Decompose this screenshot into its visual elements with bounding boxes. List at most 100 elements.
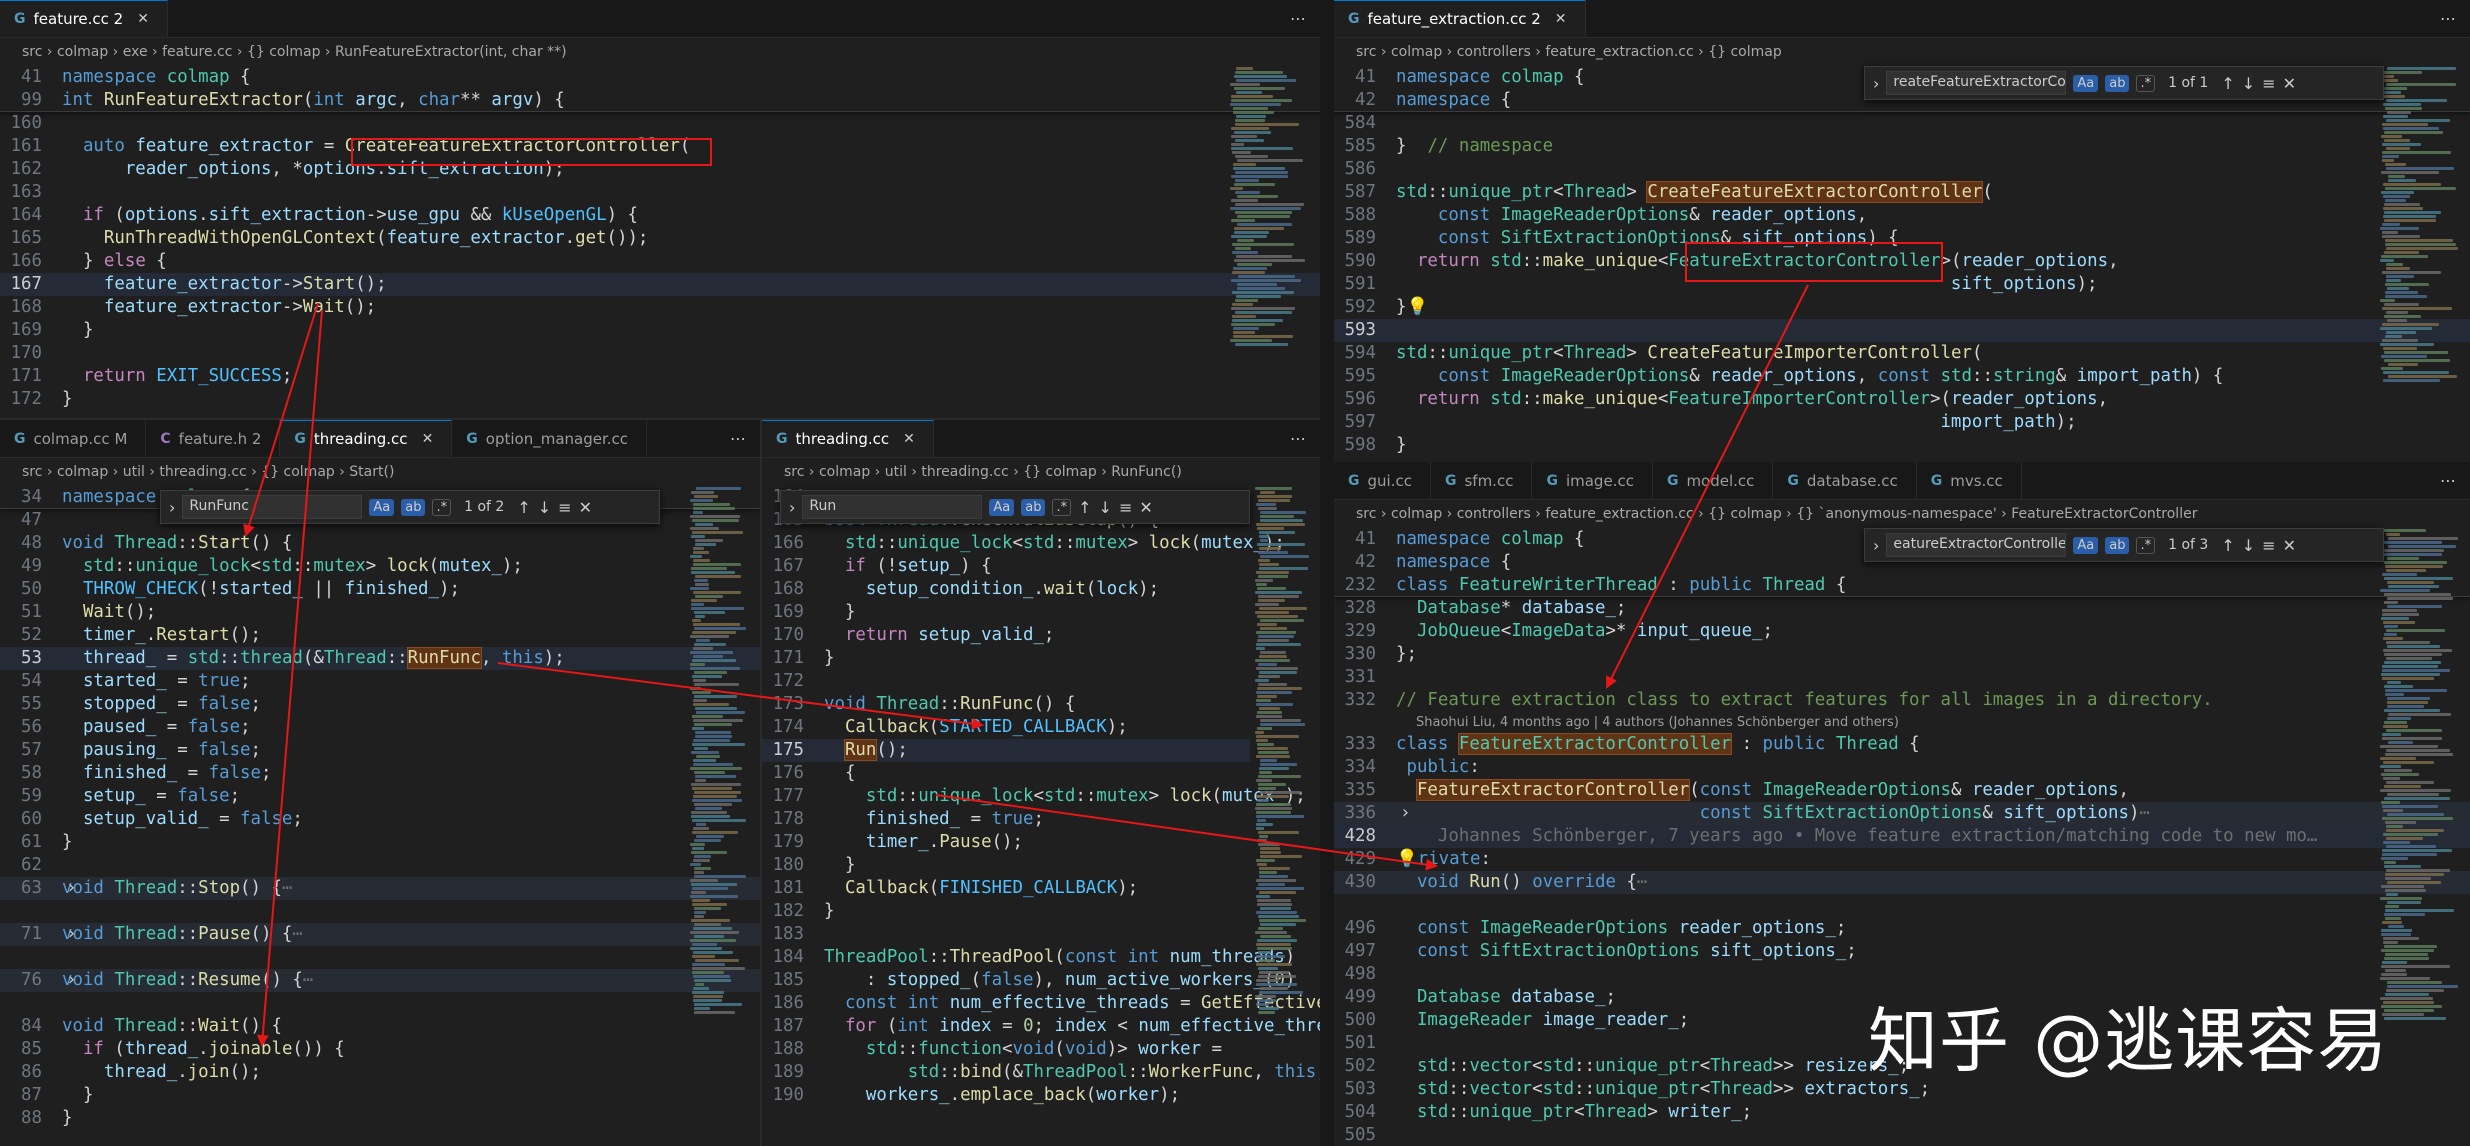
chevron-right-icon[interactable]: › — [66, 969, 76, 992]
find-in-selection-icon[interactable]: ≡ — [1119, 498, 1132, 517]
find-in-selection-icon[interactable]: ≡ — [2262, 536, 2275, 555]
pane-divider[interactable] — [0, 418, 1320, 420]
arrow-down-icon[interactable]: ↓ — [1099, 498, 1112, 517]
chevron-right-icon[interactable]: › — [1400, 802, 1410, 825]
match-case-icon[interactable]: Aa — [369, 498, 395, 516]
breadcrumb-item[interactable]: {} `anonymous-namespace' — [1796, 506, 1996, 522]
close-icon[interactable]: ✕ — [137, 11, 149, 27]
chevron-right-icon[interactable]: › — [1873, 74, 1879, 93]
arrow-down-icon[interactable]: ↓ — [538, 498, 551, 517]
breadcrumb-item[interactable]: colmap — [1391, 44, 1442, 60]
pane-divider[interactable] — [760, 420, 762, 1146]
breadcrumb-item[interactable]: colmap — [57, 464, 108, 480]
whole-word-icon[interactable]: ab — [1021, 498, 1046, 516]
arrow-down-icon[interactable]: ↓ — [2242, 536, 2255, 555]
breadcrumb-item[interactable]: feature_extraction.cc — [1545, 506, 1693, 522]
find-input[interactable]: reateFeatureExtractorCor — [1886, 71, 2067, 95]
regex-icon[interactable]: .* — [432, 498, 452, 516]
breadcrumb-item[interactable]: feature.cc — [162, 44, 232, 60]
editor-tab[interactable]: Gsfm.cc — [1430, 462, 1533, 499]
close-icon[interactable]: ✕ — [903, 431, 915, 447]
code-area[interactable]: 164165bool Thread::CheckValidSetup() {16… — [762, 486, 1320, 1146]
code-area[interactable]: 41 namespace colmap {99 int RunFeatureExtr… — [0, 66, 1320, 420]
close-icon[interactable]: ✕ — [1139, 498, 1152, 517]
editor-tab[interactable]: Gfeature.cc 2 ✕ — [0, 0, 168, 37]
breadcrumb-item[interactable]: exe — [123, 44, 148, 60]
find-widget[interactable]: › RunFunc Aa ab .* 1 of 2 ↑ ↓ ≡ ✕ — [160, 490, 660, 524]
breadcrumb-item[interactable]: RunFeatureExtractor(int, char **) — [335, 44, 567, 60]
breadcrumb-item[interactable]: controllers — [1457, 506, 1531, 522]
breadcrumb-item[interactable]: src — [22, 44, 42, 60]
find-widget[interactable]: › Run Aa ab .* ↑ ↓ ≡ ✕ — [780, 490, 1250, 524]
breadcrumb-item[interactable]: colmap — [1391, 506, 1442, 522]
match-case-icon[interactable]: Aa — [2073, 74, 2099, 92]
close-icon[interactable]: ✕ — [2283, 74, 2296, 93]
chevron-right-icon[interactable]: › — [1873, 536, 1879, 555]
editor-tab[interactable]: Gdatabase.cc — [1773, 462, 1917, 499]
breadcrumb-item[interactable]: src — [784, 464, 804, 480]
breadcrumb-item[interactable]: src — [22, 464, 42, 480]
breadcrumb-item[interactable]: feature_extraction.cc — [1545, 44, 1693, 60]
breadcrumb-item[interactable]: Start() — [349, 464, 394, 480]
arrow-up-icon[interactable]: ↑ — [2221, 536, 2234, 555]
editor-tab[interactable]: Cfeature.h 2 — [146, 420, 281, 457]
more-actions-icon[interactable]: ⋯ — [730, 429, 746, 448]
minimap[interactable] — [1230, 66, 1310, 420]
close-icon[interactable]: ✕ — [579, 498, 592, 517]
breadcrumb-item[interactable]: threading.cc — [159, 464, 246, 480]
breadcrumb-item[interactable]: {} colmap — [261, 464, 335, 480]
whole-word-icon[interactable]: ab — [2105, 536, 2130, 554]
more-actions-icon[interactable]: ⋯ — [2440, 471, 2456, 490]
find-input[interactable]: Run — [802, 495, 983, 519]
arrow-up-icon[interactable]: ↑ — [1078, 498, 1091, 517]
match-case-icon[interactable]: Aa — [989, 498, 1015, 516]
regex-icon[interactable]: .* — [2136, 74, 2156, 92]
editor-tab[interactable]: Ggui.cc — [1334, 462, 1431, 499]
editor-tab[interactable]: Gcolmap.cc M — [0, 420, 147, 457]
minimap[interactable] — [1255, 486, 1310, 1146]
breadcrumb-item[interactable]: {} colmap — [1708, 506, 1782, 522]
editor-tab[interactable]: Goption_manager.cc — [452, 420, 648, 457]
chevron-right-icon[interactable]: › — [66, 877, 76, 900]
breadcrumb-item[interactable]: {} colmap — [1708, 44, 1782, 60]
editor-tab[interactable]: Gmvs.cc — [1916, 462, 2022, 499]
close-icon[interactable]: ✕ — [1555, 11, 1567, 27]
breadcrumb-item[interactable]: util — [123, 464, 145, 480]
close-icon[interactable]: ✕ — [422, 431, 434, 447]
breadcrumb-item[interactable]: src — [1356, 506, 1376, 522]
find-widget[interactable]: › eatureExtractorController Aa ab .* 1 of 3 ↑ ↓… — [1864, 528, 2384, 562]
find-in-selection-icon[interactable]: ≡ — [558, 498, 571, 517]
arrow-up-icon[interactable]: ↑ — [2221, 74, 2234, 93]
arrow-down-icon[interactable]: ↓ — [2242, 74, 2255, 93]
breadcrumb-item[interactable]: FeatureExtractorController — [2011, 506, 2197, 522]
editor-tab[interactable]: Gmodel.cc — [1652, 462, 1774, 499]
editor-tab[interactable]: Gfeature_extraction.cc 2 ✕ — [1334, 0, 1586, 37]
find-input[interactable]: RunFunc — [182, 495, 363, 519]
breadcrumb-item[interactable]: colmap — [819, 464, 870, 480]
regex-icon[interactable]: .* — [2136, 536, 2156, 554]
find-widget[interactable]: › reateFeatureExtractorCor Aa ab .* 1 of 1 ↑ ↓ ≡… — [1864, 66, 2384, 100]
find-in-selection-icon[interactable]: ≡ — [2262, 74, 2275, 93]
arrow-up-icon[interactable]: ↑ — [517, 498, 530, 517]
chevron-right-icon[interactable]: › — [789, 498, 795, 517]
more-actions-icon[interactable]: ⋯ — [1290, 429, 1306, 448]
editor-tab[interactable]: Gthreading.cc ✕ — [762, 420, 934, 457]
pane-divider[interactable] — [1320, 0, 1334, 1146]
breadcrumb-item[interactable]: colmap — [57, 44, 108, 60]
breadcrumb-item[interactable]: {} colmap — [247, 44, 321, 60]
breadcrumb-item[interactable]: controllers — [1457, 44, 1531, 60]
breadcrumb-item[interactable]: threading.cc — [921, 464, 1008, 480]
whole-word-icon[interactable]: ab — [2105, 74, 2130, 92]
editor-tab[interactable]: Gimage.cc — [1532, 462, 1653, 499]
find-input[interactable]: eatureExtractorController — [1886, 533, 2067, 557]
breadcrumb-item[interactable]: src — [1356, 44, 1376, 60]
close-icon[interactable]: ✕ — [2283, 536, 2296, 555]
regex-icon[interactable]: .* — [1052, 498, 1072, 516]
more-actions-icon[interactable]: ⋯ — [2440, 9, 2456, 28]
whole-word-icon[interactable]: ab — [401, 498, 426, 516]
code-area[interactable]: 34namespace colmap {4748void Thread::Sta… — [0, 486, 760, 1146]
breadcrumb-item[interactable]: RunFunc() — [1111, 464, 1182, 480]
editor-tab[interactable]: Gthreading.cc ✕ — [280, 420, 453, 457]
breadcrumb-item[interactable]: util — [885, 464, 907, 480]
breadcrumb-item[interactable]: {} colmap — [1023, 464, 1097, 480]
